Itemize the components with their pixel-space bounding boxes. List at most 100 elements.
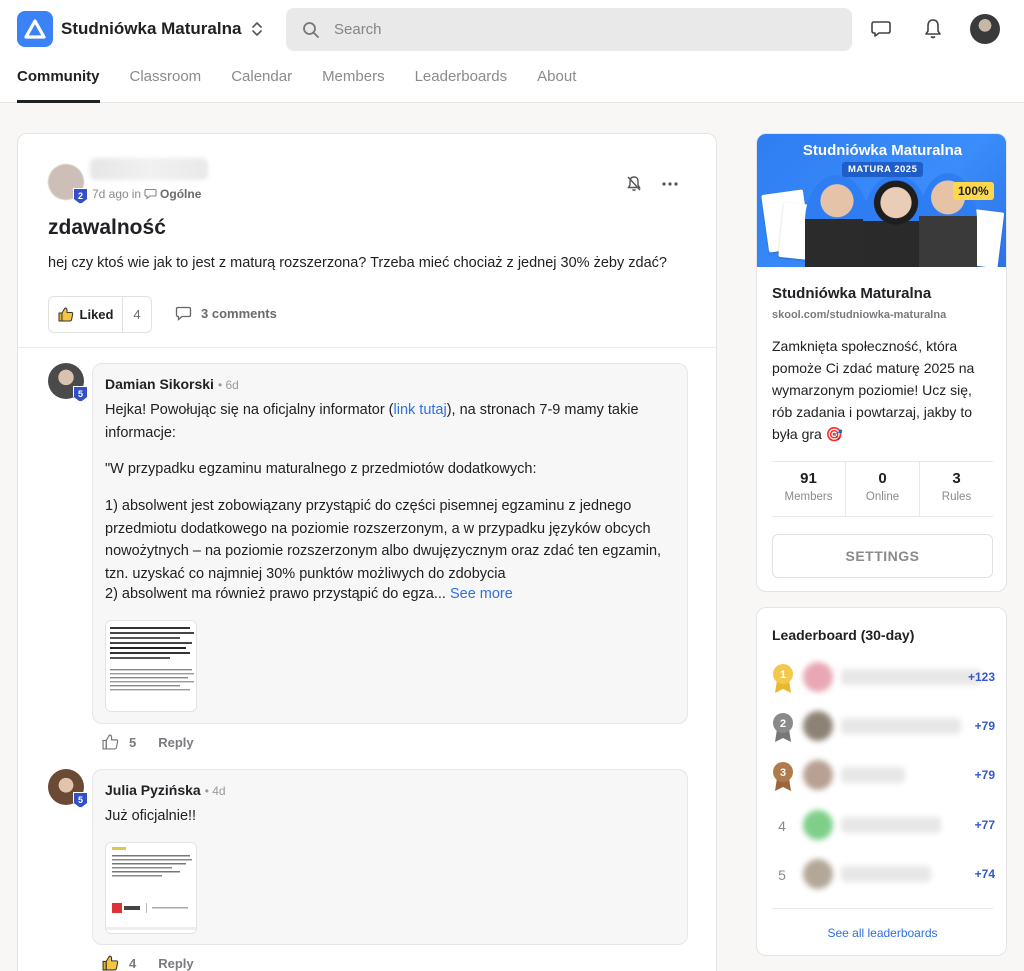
- gold-medal-icon: 1: [773, 664, 793, 693]
- stat-value: 3: [952, 470, 961, 487]
- comment-quote: "W przypadku egzaminu maturalnego z prze…: [105, 461, 537, 477]
- leaderboard-row[interactable]: 3 +79: [769, 758, 997, 794]
- comment-author-name[interactable]: Julia Pyzińska • 4d: [105, 782, 226, 798]
- tab-leaderboards[interactable]: Leaderboards: [415, 68, 508, 103]
- stat-rules[interactable]: 3 Rules: [919, 462, 993, 516]
- rank-number: 5: [778, 867, 786, 883]
- comment-like-count[interactable]: 4: [129, 956, 136, 971]
- settings-button[interactable]: SETTINGS: [772, 534, 993, 578]
- rank-number: 3: [780, 767, 786, 779]
- thumbs-up-filled-icon[interactable]: [102, 955, 119, 971]
- post-card: 2 7d ago in Ogólne zdawalność hej czy kt…: [17, 133, 717, 971]
- community-name[interactable]: Studniówka Maturalna: [61, 19, 241, 39]
- like-button[interactable]: Liked: [49, 297, 123, 332]
- comment-author-label: Julia Pyzińska: [105, 782, 201, 798]
- chat-icon[interactable]: [869, 17, 893, 41]
- comment-icon: [175, 306, 192, 321]
- comment-time: • 4d: [204, 784, 226, 798]
- chevron-updown-icon[interactable]: [248, 18, 266, 40]
- rank-number: 2: [780, 718, 786, 730]
- leaderboard-row[interactable]: 2 +79: [769, 709, 997, 745]
- cover-title: Studniówka Maturalna: [802, 142, 963, 159]
- bronze-medal-icon: 3: [773, 762, 793, 791]
- more-options-icon[interactable]: [660, 174, 680, 194]
- comment-author-name[interactable]: Damian Sikorski • 6d: [105, 376, 239, 392]
- silver-medal-icon: 2: [773, 713, 793, 742]
- tab-members[interactable]: Members: [322, 68, 385, 103]
- comment-actions: 4 Reply: [102, 955, 194, 971]
- tab-community[interactable]: Community: [17, 68, 100, 103]
- like-count[interactable]: 4: [123, 307, 151, 322]
- leaderboard-name-blurred: [841, 817, 941, 833]
- leaderboard-row[interactable]: 4 +77: [769, 808, 997, 844]
- leaderboard-name-blurred: [841, 866, 931, 882]
- like-label: Liked: [79, 307, 114, 322]
- leaderboard-name-blurred: [841, 767, 905, 783]
- group-info-card: Studniówka Maturalna MATURA 2025 100% St…: [756, 133, 1007, 592]
- comments-count-link[interactable]: 3 comments: [175, 306, 277, 321]
- group-cover-image[interactable]: Studniówka Maturalna MATURA 2025 100%: [757, 134, 1006, 267]
- comment-like-count[interactable]: 5: [129, 735, 136, 750]
- tab-about[interactable]: About: [537, 68, 576, 103]
- bell-icon[interactable]: [921, 17, 945, 41]
- comment-bubble: Julia Pyzińska • 4d Już oficjalnie!!: [92, 769, 688, 945]
- group-url[interactable]: skool.com/studniowka-maturalna: [772, 309, 946, 321]
- stat-members[interactable]: 91 Members: [772, 462, 845, 516]
- cover-subtitle: MATURA 2025: [842, 162, 924, 177]
- attachment-thumbnail[interactable]: [105, 620, 197, 712]
- group-stats: 91 Members 0 Online 3 Rules: [772, 461, 993, 517]
- leaderboard-points: +79: [974, 719, 995, 733]
- thumbs-up-icon[interactable]: [102, 734, 119, 750]
- comment-level-badge: 5: [73, 386, 88, 402]
- comment-time: • 6d: [217, 378, 239, 392]
- cover-percent-badge: 100%: [953, 182, 994, 200]
- post-title[interactable]: zdawalność: [48, 216, 166, 240]
- post-author-name-blurred[interactable]: [90, 158, 208, 180]
- tab-calendar[interactable]: Calendar: [231, 68, 292, 103]
- reply-button[interactable]: Reply: [158, 956, 193, 971]
- comment-bubble: Damian Sikorski • 6d Hejka! Powołując się…: [92, 363, 688, 724]
- nav-tabs: Community Classroom Calendar Members Lea…: [17, 68, 606, 103]
- like-control: Liked 4: [48, 296, 152, 333]
- post-meta: 7d ago in Ogólne: [92, 187, 201, 201]
- comments-label: 3 comments: [201, 306, 277, 321]
- category-chat-icon: [144, 188, 157, 200]
- group-name[interactable]: Studniówka Maturalna: [772, 285, 931, 302]
- post-follow-bell-icon[interactable]: [624, 174, 644, 194]
- community-logo-icon[interactable]: [17, 11, 53, 47]
- comment-actions: 5 Reply: [102, 734, 194, 750]
- divider: [18, 347, 716, 348]
- see-all-leaderboards-link[interactable]: See all leaderboards: [757, 926, 1008, 940]
- comment-point-1: 1) absolwent jest zobowiązany przystąpić…: [105, 498, 662, 582]
- leaderboard-row[interactable]: 5 +74: [769, 857, 997, 893]
- see-more-link[interactable]: See more: [450, 586, 513, 602]
- post-in-label: in: [131, 187, 142, 201]
- comment-point-2-text: 2) absolwent ma również prawo przystąpić…: [105, 586, 446, 602]
- leaderboard-avatar: [803, 810, 833, 840]
- stat-label: Rules: [941, 491, 972, 503]
- post-body: hej czy ktoś wie jak to jest z maturą ro…: [48, 255, 667, 271]
- stat-value: 91: [800, 470, 817, 487]
- attachment-thumbnail[interactable]: [105, 842, 197, 934]
- search-input[interactable]: [334, 21, 814, 38]
- leaderboard-points: +74: [974, 867, 995, 881]
- stat-online[interactable]: 0 Online: [845, 462, 919, 516]
- search-icon: [303, 21, 319, 38]
- author-level-badge: 2: [73, 188, 88, 204]
- leaderboard-title: Leaderboard (30-day): [772, 627, 915, 643]
- leaderboard-name-blurred: [841, 718, 961, 734]
- informator-link[interactable]: link tutaj: [394, 402, 447, 418]
- user-avatar[interactable]: [970, 14, 1000, 44]
- top-header: Studniówka Maturalna Community Classroom…: [0, 0, 1024, 103]
- reply-button[interactable]: Reply: [158, 735, 193, 750]
- leaderboard-avatar: [803, 711, 833, 741]
- cover-person: [805, 175, 869, 267]
- leaderboard-avatar: [803, 760, 833, 790]
- search-bar[interactable]: [286, 8, 852, 51]
- leaderboard-points: +77: [974, 818, 995, 832]
- leaderboard-card: Leaderboard (30-day) 1 +123 2 +79 3 +79 …: [756, 607, 1007, 956]
- post-category-link[interactable]: Ogólne: [160, 187, 201, 201]
- thumbs-up-filled-icon: [58, 307, 73, 322]
- tab-classroom[interactable]: Classroom: [130, 68, 202, 103]
- leaderboard-row[interactable]: 1 +123: [769, 660, 997, 696]
